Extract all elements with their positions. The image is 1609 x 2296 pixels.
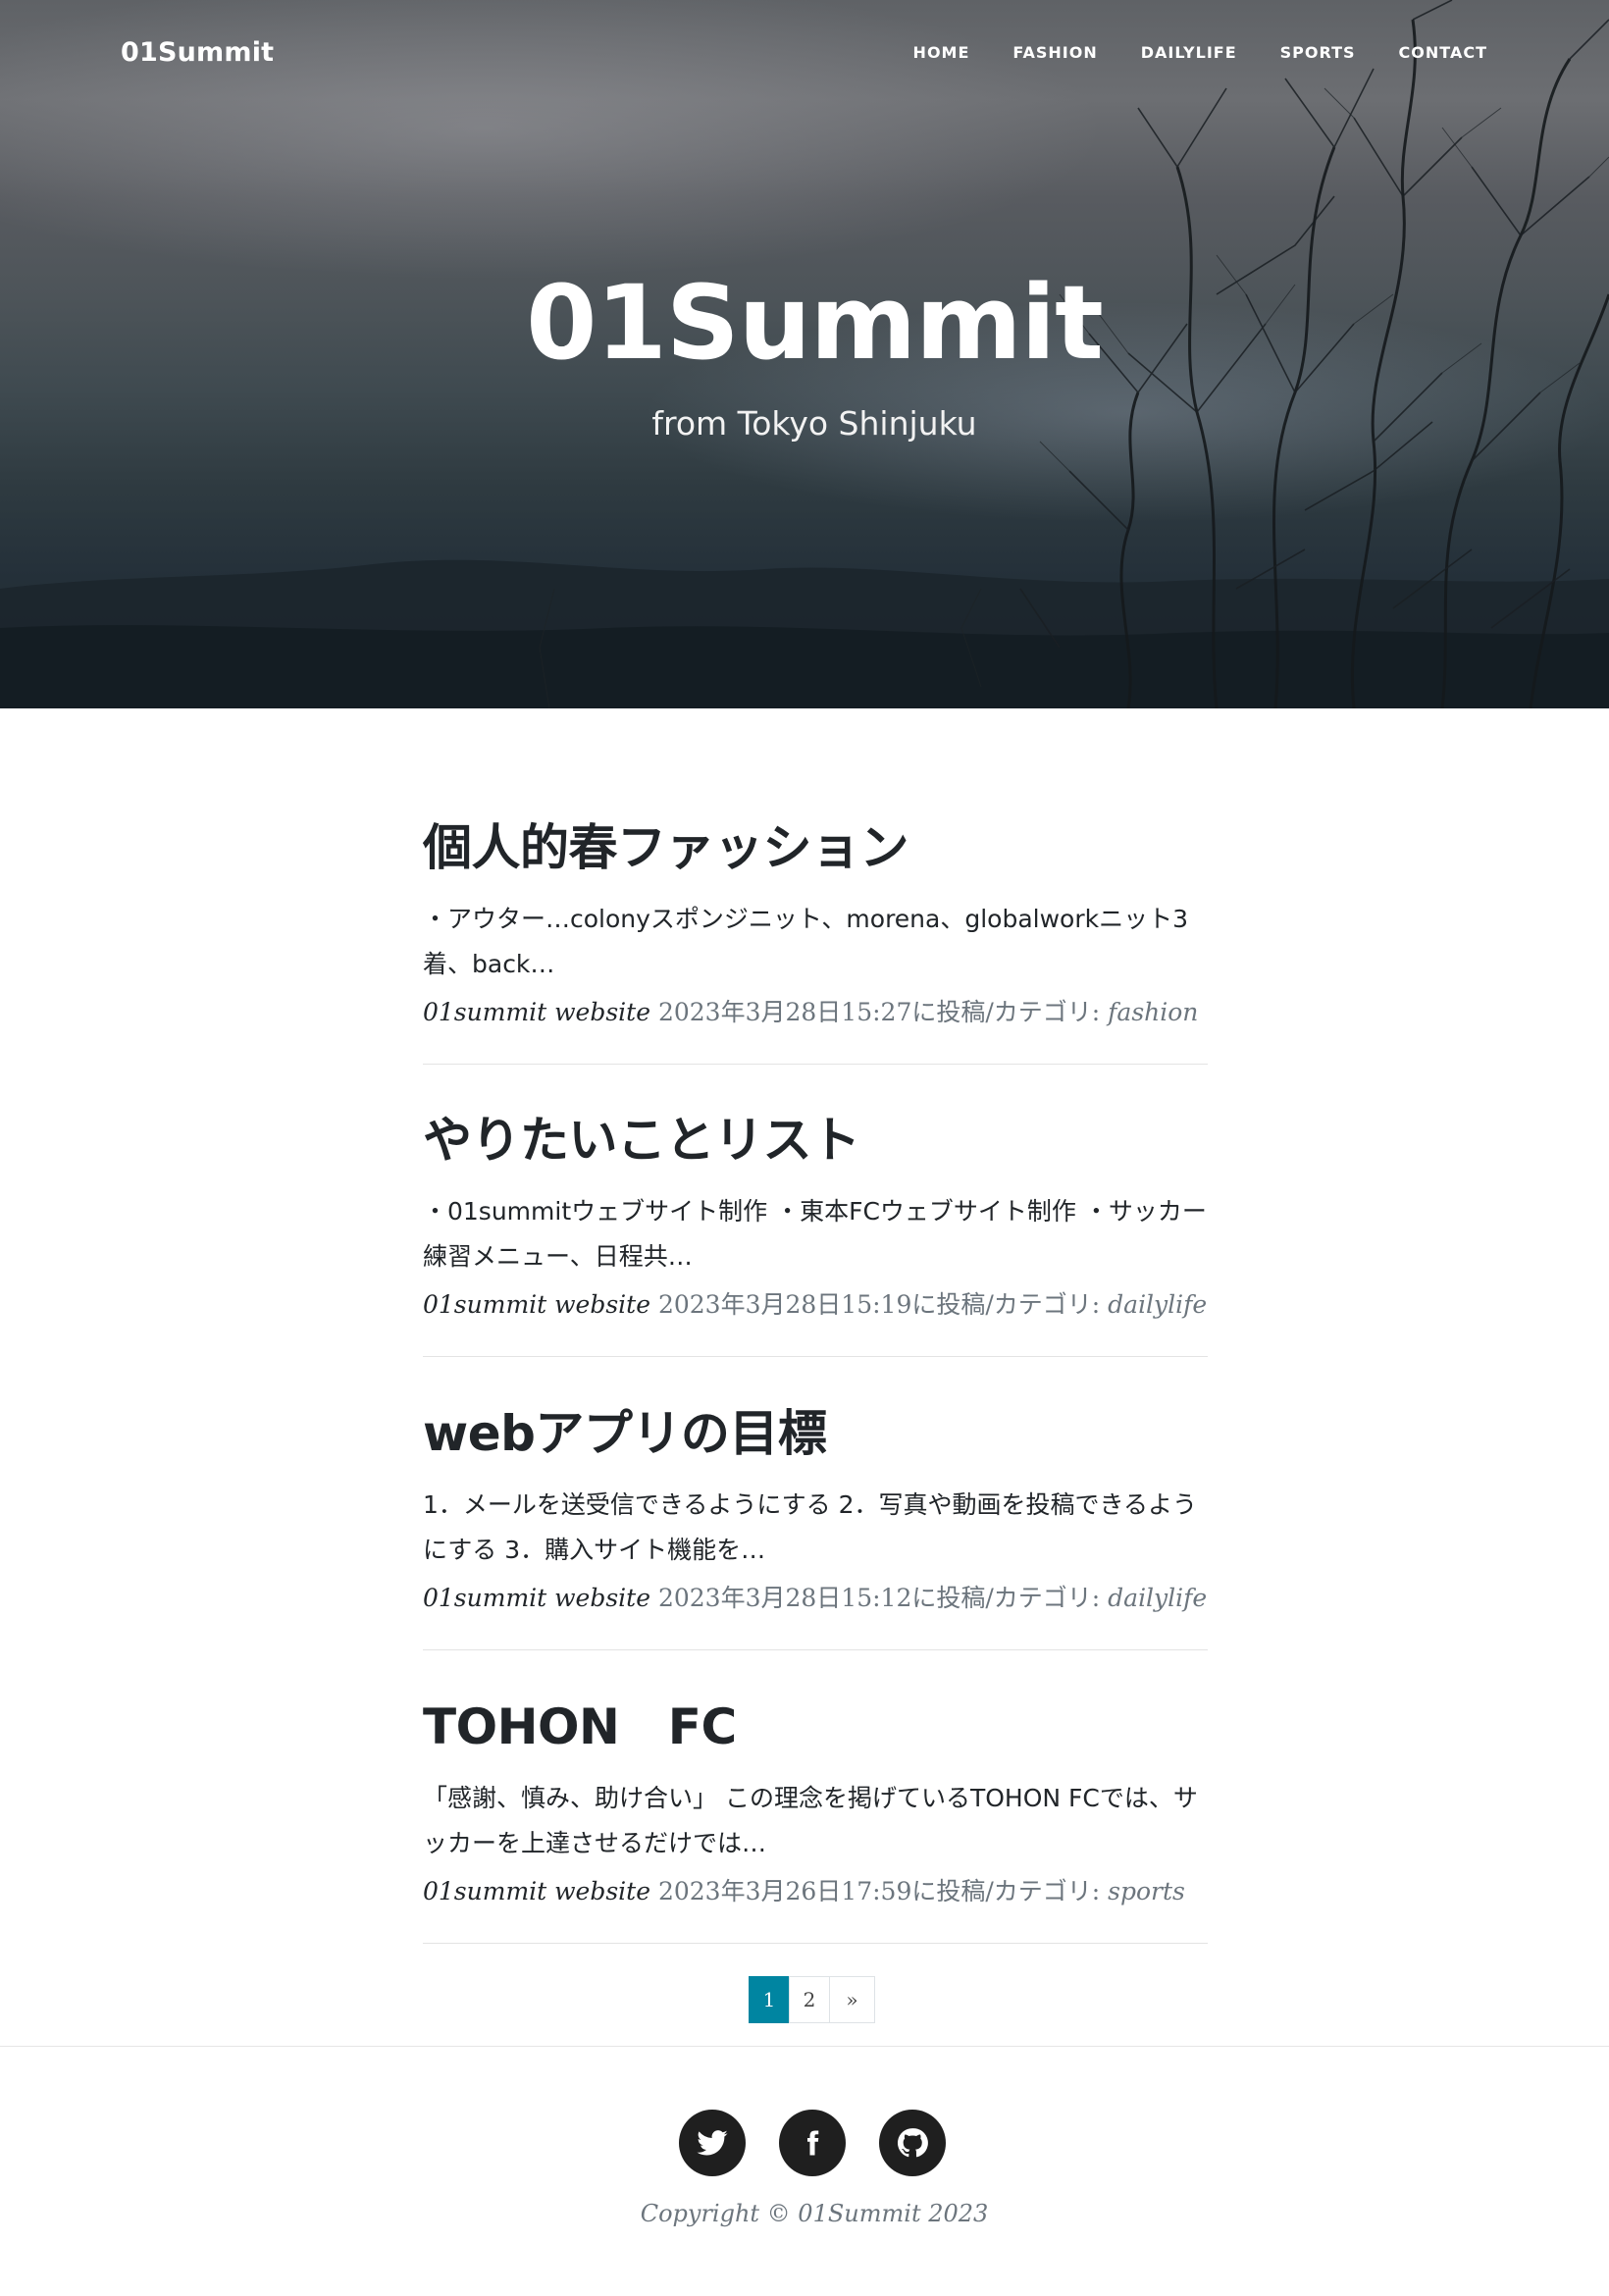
post-excerpt[interactable]: 1．メールを送受信できるようにする 2．写真や動画を投稿できるようにする 3．購… xyxy=(423,1483,1208,1573)
post-title-link[interactable]: webアプリの目標 xyxy=(423,1394,1208,1465)
masthead: 01Summit HOME FASHION DAILYLIFE SPORTS C… xyxy=(0,0,1609,708)
post-meta: 01summit website 2023年3月26日17:59に投稿/カテゴリ… xyxy=(423,1872,1208,1907)
footer-divider xyxy=(0,2046,1609,2047)
social-links xyxy=(679,2110,946,2176)
nav-home[interactable]: HOME xyxy=(913,43,970,62)
post-date: 2023年3月26日17:59に投稿/カテゴリ: xyxy=(657,1877,1101,1905)
post-excerpt[interactable]: ・アウター…colonyスポンジニット、morena、globalworkニット… xyxy=(423,897,1208,987)
post-date: 2023年3月28日15:27に投稿/カテゴリ: xyxy=(657,998,1101,1026)
post-divider xyxy=(423,1943,1208,1944)
post-author[interactable]: 01summit website xyxy=(423,998,650,1026)
post-title-link[interactable]: 個人的春ファッション xyxy=(423,809,1208,879)
post-meta: 01summit website 2023年3月28日15:12に投稿/カテゴリ… xyxy=(423,1579,1208,1614)
post-excerpt[interactable]: 「感謝、慎み、助け合い」 この理念を掲げているTOHON FCでは、サッカーを上… xyxy=(423,1776,1208,1866)
nav-menu: HOME FASHION DAILYLIFE SPORTS CONTACT xyxy=(870,43,1487,62)
post-preview: TOHON FC 「感謝、慎み、助け合い」 この理念を掲げているTOHON FC… xyxy=(423,1688,1208,1907)
facebook-link[interactable] xyxy=(779,2110,846,2176)
next-page-button[interactable]: » xyxy=(829,1976,875,2023)
nav-sports[interactable]: SPORTS xyxy=(1280,43,1356,62)
facebook-icon xyxy=(807,2130,819,2156)
github-icon xyxy=(897,2128,928,2158)
hero-title: 01Summit xyxy=(526,263,1104,383)
copyright-text: Copyright © 01Summit 2023 xyxy=(640,2200,989,2227)
post-category-link[interactable]: fashion xyxy=(1108,998,1198,1026)
post-author[interactable]: 01summit website xyxy=(423,1290,650,1319)
hero-subtitle: from Tokyo Shinjuku xyxy=(651,404,977,443)
post-divider xyxy=(423,1064,1208,1065)
nav-dailylife[interactable]: DAILYLIFE xyxy=(1141,43,1237,62)
page-1-button[interactable]: 1 xyxy=(749,1976,790,2023)
github-link[interactable] xyxy=(879,2110,946,2176)
post-preview: webアプリの目標 1．メールを送受信できるようにする 2．写真や動画を投稿でき… xyxy=(423,1394,1208,1614)
post-preview: やりたいことリスト ・01summitウェブサイト制作 ・東本FCウェブサイト制… xyxy=(423,1101,1208,1321)
site-brand-link[interactable]: 01Summit xyxy=(121,37,274,68)
post-preview: 個人的春ファッション ・アウター…colonyスポンジニット、morena、gl… xyxy=(423,809,1208,1028)
post-title-link[interactable]: TOHON FC xyxy=(423,1688,1208,1758)
post-date: 2023年3月28日15:12に投稿/カテゴリ: xyxy=(657,1584,1101,1612)
post-date: 2023年3月28日15:19に投稿/カテゴリ: xyxy=(657,1290,1101,1319)
post-category-link[interactable]: sports xyxy=(1108,1877,1185,1905)
nav-contact[interactable]: CONTACT xyxy=(1399,43,1487,62)
main-navbar: 01Summit HOME FASHION DAILYLIFE SPORTS C… xyxy=(0,0,1609,108)
post-divider xyxy=(423,1356,1208,1357)
post-meta: 01summit website 2023年3月28日15:27に投稿/カテゴリ… xyxy=(423,993,1208,1028)
post-divider xyxy=(423,1649,1208,1650)
post-excerpt[interactable]: ・01summitウェブサイト制作 ・東本FCウェブサイト制作 ・サッカー練習メ… xyxy=(423,1189,1208,1279)
page-2-button[interactable]: 2 xyxy=(789,1976,830,2023)
post-title-link[interactable]: やりたいことリスト xyxy=(423,1101,1208,1172)
nav-fashion[interactable]: FASHION xyxy=(1012,43,1097,62)
twitter-link[interactable] xyxy=(679,2110,746,2176)
post-category-link[interactable]: dailylife xyxy=(1108,1584,1207,1612)
post-author[interactable]: 01summit website xyxy=(423,1584,650,1612)
twitter-icon xyxy=(697,2130,728,2156)
pagination: 1 2 » xyxy=(749,1976,875,2023)
post-meta: 01summit website 2023年3月28日15:19に投稿/カテゴリ… xyxy=(423,1285,1208,1321)
post-category-link[interactable]: dailylife xyxy=(1108,1290,1207,1319)
post-author[interactable]: 01summit website xyxy=(423,1877,650,1905)
